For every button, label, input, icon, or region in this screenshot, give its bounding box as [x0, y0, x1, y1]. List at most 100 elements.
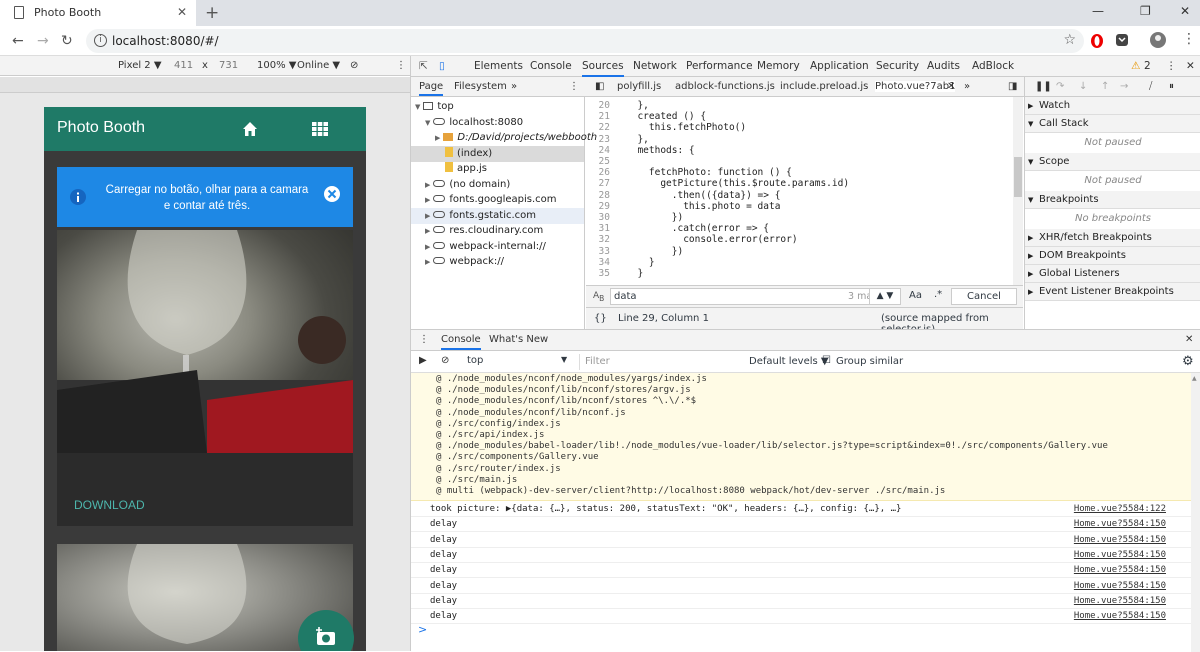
file-tab-include[interactable]: include.preload.js: [780, 81, 868, 92]
height-field[interactable]: 731: [219, 60, 238, 71]
console-settings-icon[interactable]: ⚙: [1182, 354, 1194, 369]
pocket-icon[interactable]: [1115, 33, 1129, 47]
search-nav-buttons[interactable]: ▲ ▼: [869, 288, 901, 305]
drawer-tab-console[interactable]: Console: [441, 334, 481, 350]
line-number[interactable]: 27: [586, 178, 610, 189]
xhr-breakpoints-section[interactable]: ▶ XHR/fetch Breakpoints: [1025, 229, 1200, 247]
call-stack-section[interactable]: ▼ Call Stack: [1025, 115, 1200, 133]
inspect-icon[interactable]: ⇱: [419, 60, 428, 72]
tab-filesystem[interactable]: Filesystem: [454, 81, 507, 92]
download-button[interactable]: DOWNLOAD: [74, 498, 145, 512]
line-number[interactable]: 26: [586, 167, 610, 178]
file-tab-polyfill[interactable]: polyfill.js: [617, 81, 661, 92]
network-select[interactable]: Online ▼: [297, 60, 340, 71]
line-number[interactable]: 24: [586, 145, 610, 156]
devtools-menu-icon[interactable]: ⋮: [1166, 60, 1177, 72]
global-listeners-section[interactable]: ▶ Global Listeners: [1025, 265, 1200, 283]
tree-item[interactable]: ▶ webpack-internal://: [411, 239, 584, 255]
line-number[interactable]: 20: [586, 100, 610, 111]
more-tabs-icon[interactable]: »: [511, 81, 517, 92]
log-levels-select[interactable]: Default levels ▼: [749, 356, 829, 367]
tab-elements[interactable]: Elements: [474, 60, 523, 72]
tab-application[interactable]: Application: [810, 60, 869, 72]
close-file-icon[interactable]: ✕: [947, 81, 955, 92]
tree-item[interactable]: ▼ localhost:8080: [411, 115, 584, 131]
filter-input[interactable]: Filter: [579, 354, 744, 370]
sidebar-toggle-icon[interactable]: ▶: [419, 355, 427, 366]
code-line[interactable]: },: [626, 100, 648, 111]
code-line[interactable]: }: [626, 268, 643, 279]
device-mode-icon[interactable]: ▯: [439, 60, 445, 72]
source-link[interactable]: Home.vue?5584:150: [1074, 550, 1166, 560]
source-link[interactable]: Home.vue?5584:150: [1074, 535, 1166, 545]
tab-memory[interactable]: Memory: [757, 60, 800, 72]
more-files-icon[interactable]: »: [964, 81, 970, 92]
tab-audits[interactable]: Audits: [927, 60, 960, 72]
code-line[interactable]: }: [626, 257, 655, 268]
photo-image[interactable]: [57, 230, 353, 453]
code-line[interactable]: }): [626, 246, 683, 257]
toggle-navigator-icon[interactable]: ◧: [595, 81, 604, 92]
rotate-icon[interactable]: ⊘: [350, 60, 358, 71]
warning-icon[interactable]: ⚠: [1131, 60, 1140, 72]
tab-console[interactable]: Console: [530, 60, 572, 72]
line-number[interactable]: 23: [586, 134, 610, 145]
code-line[interactable]: }): [626, 212, 683, 223]
tree-item[interactable]: ▶ (no domain): [411, 177, 584, 193]
code-line[interactable]: .catch(error => {: [626, 223, 769, 234]
line-number[interactable]: 30: [586, 212, 610, 223]
code-line[interactable]: console.error(error): [626, 234, 797, 245]
file-tab-adblock[interactable]: adblock-functions.js: [675, 81, 775, 92]
code-line[interactable]: created () {: [626, 111, 706, 122]
console-prompt[interactable]: >: [418, 623, 427, 636]
zoom-select[interactable]: 100% ▼: [257, 60, 296, 71]
code-line[interactable]: this.fetchPhoto(): [626, 122, 746, 133]
replace-toggle-icon[interactable]: AB: [593, 291, 604, 303]
width-field[interactable]: 411: [174, 60, 193, 71]
tab-security[interactable]: Security: [876, 60, 919, 72]
back-icon[interactable]: ←: [12, 33, 24, 49]
scope-section[interactable]: ▼ Scope: [1025, 153, 1200, 171]
editor-scrollbar[interactable]: [1013, 97, 1023, 285]
pretty-print-icon[interactable]: {}: [594, 313, 607, 324]
close-window-icon[interactable]: ✕: [1180, 4, 1190, 18]
drawer-tab-whats-new[interactable]: What's New: [489, 334, 548, 345]
code-line[interactable]: this.photo = data: [626, 200, 781, 212]
avatar[interactable]: [1149, 31, 1167, 49]
info-icon[interactable]: i: [94, 34, 107, 47]
line-number[interactable]: 34: [586, 257, 610, 268]
opera-icon[interactable]: [1090, 33, 1104, 49]
source-link[interactable]: Home.vue?5584:150: [1074, 611, 1166, 621]
tree-item[interactable]: (index): [411, 145, 584, 162]
search-input[interactable]: data 3 matches: [610, 288, 900, 305]
tree-item[interactable]: ▼ top: [411, 99, 584, 115]
device-menu-icon[interactable]: ⋮: [396, 60, 406, 71]
source-link[interactable]: Home.vue?5584:150: [1074, 565, 1166, 575]
tree-item[interactable]: ▶ fonts.googleapis.com: [411, 192, 584, 208]
context-select[interactable]: top ▼: [461, 354, 573, 370]
line-number[interactable]: 22: [586, 122, 610, 133]
tab-performance[interactable]: Performance: [686, 60, 753, 72]
source-link[interactable]: Home.vue?5584:150: [1074, 581, 1166, 591]
message-text[interactable]: took picture: ▶{data: {…}, status: 200, …: [430, 504, 901, 514]
minimize-icon[interactable]: —: [1092, 4, 1104, 18]
menu-icon[interactable]: ⋮: [1182, 31, 1196, 47]
line-number[interactable]: 31: [586, 223, 610, 234]
tree-item[interactable]: ▶ webpack://: [411, 254, 584, 270]
tab-sources[interactable]: Sources: [582, 60, 624, 77]
maximize-icon[interactable]: ❐: [1140, 4, 1151, 18]
code-line[interactable]: fetchPhoto: function () {: [626, 167, 792, 178]
event-listener-section[interactable]: ▶ Event Listener Breakpoints: [1025, 283, 1200, 301]
file-tab-photo-vue[interactable]: Photo.vue?7ab1: [875, 81, 956, 92]
line-number[interactable]: 33: [586, 246, 610, 257]
line-number[interactable]: 25: [586, 156, 610, 167]
clear-console-icon[interactable]: ⊘: [441, 355, 449, 366]
source-link[interactable]: Home.vue?5584:122: [1074, 504, 1166, 514]
cancel-button[interactable]: Cancel: [951, 288, 1017, 305]
grid-icon[interactable]: [312, 122, 328, 136]
close-drawer-icon[interactable]: ✕: [1185, 334, 1193, 345]
watch-section[interactable]: ▶ Watch: [1025, 97, 1200, 115]
close-tab-icon[interactable]: ✕: [177, 5, 187, 19]
source-link[interactable]: Home.vue?5584:150: [1074, 596, 1166, 606]
close-devtools-icon[interactable]: ✕: [1186, 60, 1195, 72]
